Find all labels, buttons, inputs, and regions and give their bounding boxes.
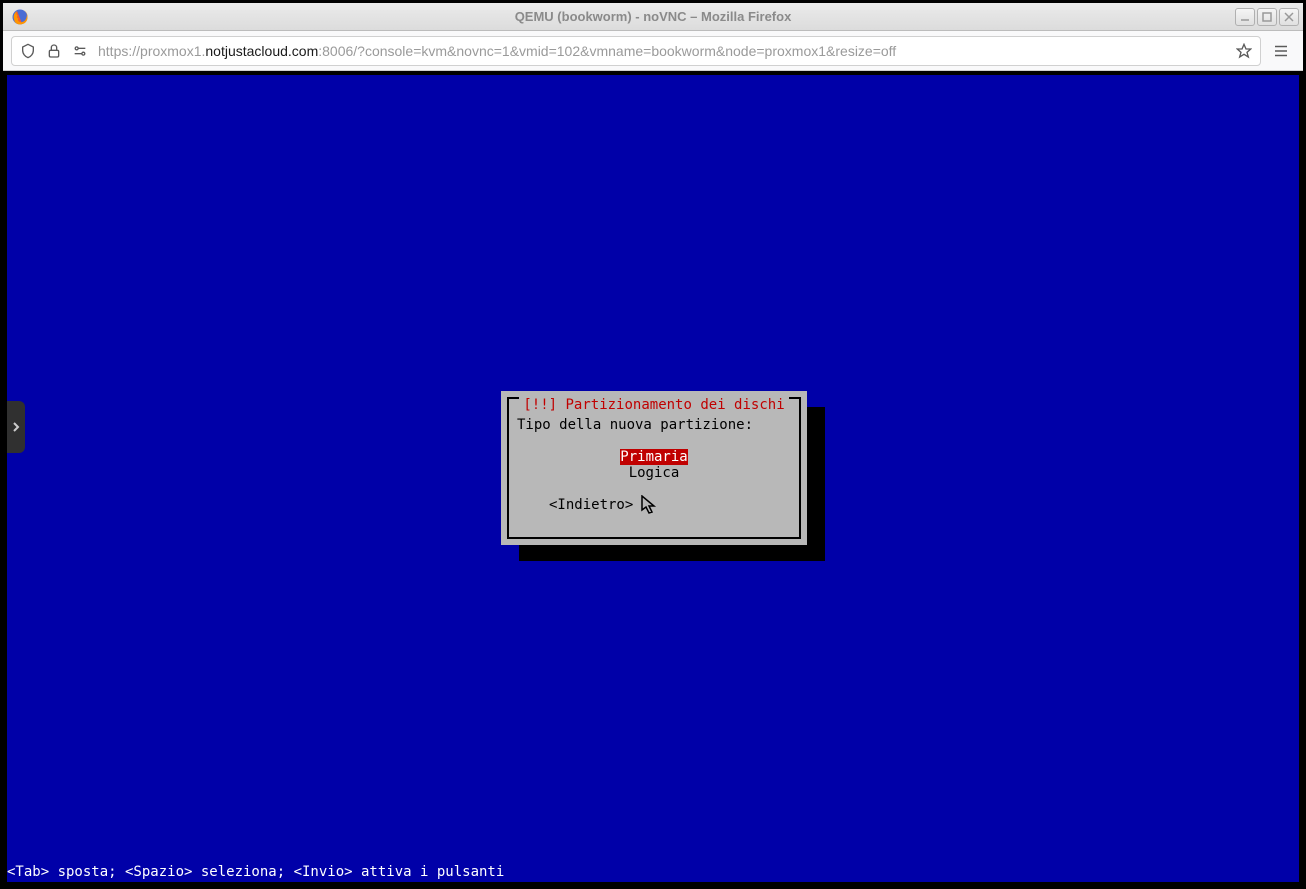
bookmark-star-icon[interactable]	[1236, 43, 1252, 59]
maximize-button[interactable]	[1257, 8, 1277, 26]
lock-icon	[46, 43, 62, 59]
url-text: https://proxmox1.notjustacloud.com:8006/…	[98, 43, 1226, 59]
installer-dialog: [!!] Partizionamento dei dischi Tipo del…	[501, 391, 807, 545]
vnc-viewport[interactable]: [!!] Partizionamento dei dischi Tipo del…	[7, 75, 1299, 882]
dialog-prompt: Tipo della nuova partizione:	[517, 417, 791, 433]
firefox-icon	[11, 8, 29, 26]
minimize-button[interactable]	[1235, 8, 1255, 26]
url-bar[interactable]: https://proxmox1.notjustacloud.com:8006/…	[11, 36, 1261, 66]
help-line: <Tab> sposta; <Spazio> seleziona; <Invio…	[7, 864, 1299, 882]
vnc-panel-toggle[interactable]	[7, 401, 25, 453]
dialog-title: [!!] Partizionamento dei dischi	[519, 397, 788, 413]
window-title: QEMU (bookworm) - noVNC – Mozilla Firefo…	[87, 9, 1219, 24]
window-frame: QEMU (bookworm) - noVNC – Mozilla Firefo…	[0, 0, 1306, 889]
window-title-bar: QEMU (bookworm) - noVNC – Mozilla Firefo…	[3, 3, 1303, 31]
option-primaria[interactable]: Primaria	[620, 449, 687, 465]
option-logica[interactable]: Logica	[629, 465, 680, 481]
browser-toolbar: https://proxmox1.notjustacloud.com:8006/…	[3, 31, 1303, 71]
permissions-icon	[72, 43, 88, 59]
shield-icon	[20, 43, 36, 59]
back-button[interactable]: <Indietro>	[549, 497, 633, 513]
close-button[interactable]	[1279, 8, 1299, 26]
hamburger-menu-icon[interactable]	[1267, 37, 1295, 65]
